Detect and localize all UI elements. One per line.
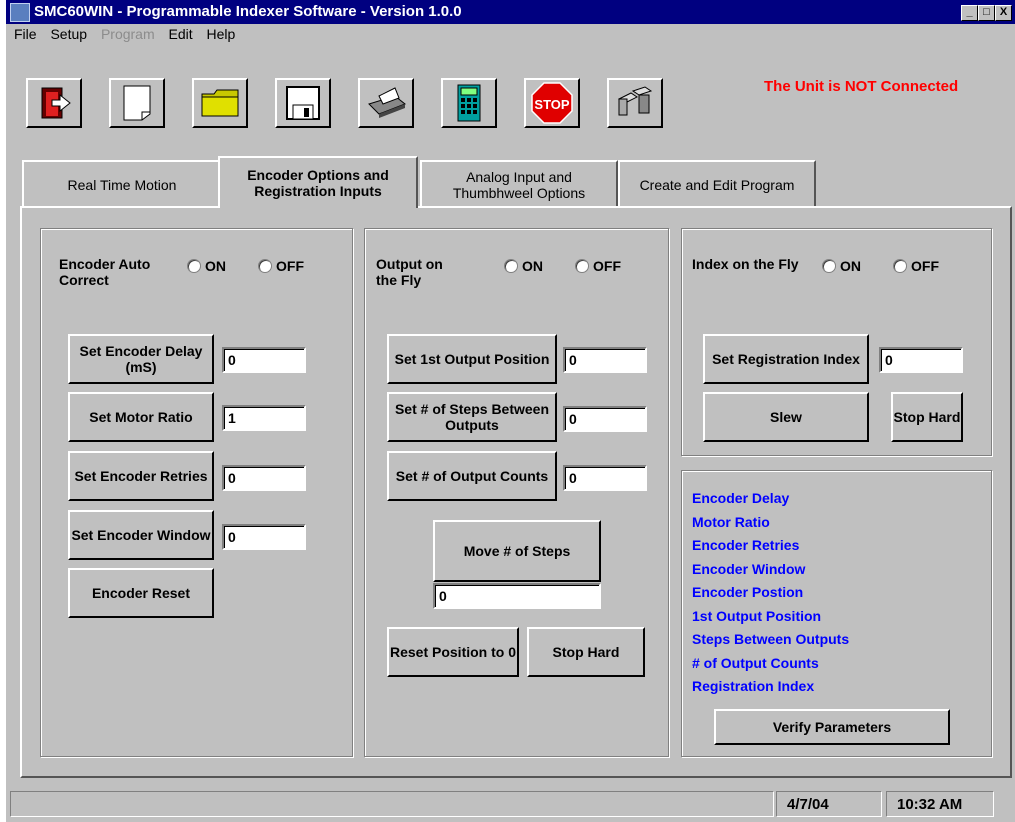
encoder-window-field[interactable]: 0 [222,524,306,550]
slew-button[interactable]: Slew [703,392,869,442]
print-button[interactable] [358,78,414,128]
exit-button[interactable] [26,78,82,128]
status-message [10,791,774,817]
set-1st-output-position-button[interactable]: Set 1st Output Position [387,334,557,384]
calculator-button[interactable] [441,78,497,128]
radio-circle [258,259,272,273]
connection-status: The Unit is NOT Connected [764,78,959,95]
registration-index-field[interactable]: 0 [879,347,963,373]
stop-sign-icon: STOP [531,82,573,124]
exit-icon [41,87,71,119]
param-encoder-window: Encoder Window [692,560,806,577]
radio-circle [504,259,518,273]
set-registration-index-button[interactable]: Set Registration Index [703,334,869,384]
radio-label: OFF [593,258,621,274]
radio-circle [187,259,201,273]
set-output-counts-button[interactable]: Set # of Output Counts [387,451,557,501]
output-off-radio[interactable]: OFF [575,258,621,274]
menu-help[interactable]: Help [207,26,236,42]
communication-icon [618,86,653,116]
param-encoder-retries: Encoder Retries [692,537,800,553]
param-steps-between-outputs: Steps Between Outputs [692,631,850,647]
window-title: SMC60WIN - Programmable Indexer Software… [34,3,462,20]
open-folder-button[interactable] [192,78,248,128]
new-file-button[interactable] [109,78,165,128]
stop-button[interactable]: STOP [524,78,580,128]
steps-between-outputs-field[interactable]: 0 [563,406,647,432]
encoder-reset-button[interactable]: Encoder Reset [68,568,214,618]
verify-parameters-button[interactable]: Verify Parameters [714,709,950,745]
index-on-fly-label: Index on the Fly [692,256,799,272]
set-motor-ratio-button[interactable]: Set Motor Ratio [68,392,214,442]
menu-program[interactable]: Program [101,26,155,42]
param-encoder-delay: Encoder Delay [692,490,790,506]
open-folder-icon [201,89,239,117]
radio-label: OFF [276,258,304,274]
minimize-button[interactable]: _ [961,5,978,21]
menu-file[interactable]: File [14,26,37,42]
set-encoder-retries-button[interactable]: Set Encoder Retries [68,451,214,501]
status-date: 4/7/04 [776,791,882,817]
tab-label: Analog Input and Thumbhweel Options [452,168,586,201]
menu-bar: File Setup Program Edit Help [14,26,245,46]
set-encoder-delay-button[interactable]: Set Encoder Delay (mS) [68,334,214,384]
motor-ratio-field[interactable]: 1 [222,405,306,431]
radio-label: ON [840,258,861,274]
tab-real-time-motion[interactable]: Real Time Motion [22,160,222,207]
maximize-button[interactable]: □ [978,5,995,21]
param-registration-index: Registration Index [692,678,815,694]
title-bar: SMC60WIN - Programmable Indexer Software… [6,0,1015,24]
encoder-off-radio[interactable]: OFF [258,258,304,274]
index-off-radio[interactable]: OFF [893,258,939,274]
save-disk-icon [286,86,320,120]
param-motor-ratio: Motor Ratio [692,513,770,530]
radio-circle [822,259,836,273]
param-1st-output-position: 1st Output Position [692,607,822,624]
output-on-fly-label: Output on the Fly [376,256,443,288]
menu-setup[interactable]: Setup [50,26,87,42]
communication-button[interactable] [607,78,663,128]
printer-icon [368,87,406,118]
close-button[interactable]: X [995,5,1012,21]
param-output-counts: # of Output Counts [692,654,819,671]
encoder-auto-correct-label: Encoder Auto Correct [59,256,151,288]
encoder-on-radio[interactable]: ON [187,258,226,274]
tab-label: Real Time Motion [67,176,177,193]
calculator-icon [457,84,481,122]
tab-label: Encoder Options and Registration Inputs [247,167,389,199]
move-steps-button[interactable]: Move # of Steps [433,520,601,582]
new-file-icon [123,85,151,121]
status-time: 10:32 AM [886,791,994,817]
stop-sign-text: STOP [534,97,569,112]
index-stop-hard-button[interactable]: Stop Hard [891,392,963,442]
output-on-radio[interactable]: ON [504,258,543,274]
tab-create-edit-program[interactable]: Create and Edit Program [618,160,816,207]
index-on-radio[interactable]: ON [822,258,861,274]
output-stop-hard-button[interactable]: Stop Hard [527,627,645,677]
app-icon [10,3,30,22]
tab-label: Create and Edit Program [639,176,795,193]
first-output-position-field[interactable]: 0 [563,347,647,373]
set-encoder-window-button[interactable]: Set Encoder Window [68,510,214,560]
save-button[interactable] [275,78,331,128]
tab-encoder-options[interactable]: Encoder Options and Registration Inputs [218,156,418,208]
encoder-delay-field[interactable]: 0 [222,347,306,373]
output-counts-field[interactable]: 0 [563,465,647,491]
radio-label: OFF [911,258,939,274]
encoder-retries-field[interactable]: 0 [222,465,306,491]
set-steps-between-outputs-button[interactable]: Set # of Steps Between Outputs [387,392,557,442]
radio-label: ON [522,258,543,274]
parameters-list: Encoder Delay Motor Ratio Encoder Retrie… [692,487,849,699]
radio-circle [575,259,589,273]
radio-circle [893,259,907,273]
app-window: SMC60WIN - Programmable Indexer Software… [6,0,1015,822]
menu-edit[interactable]: Edit [169,26,193,42]
tab-analog-input[interactable]: Analog Input and Thumbhweel Options [420,160,618,207]
radio-label: ON [205,258,226,274]
param-encoder-position: Encoder Postion [692,584,804,600]
move-steps-field[interactable]: 0 [433,583,601,609]
reset-position-button[interactable]: Reset Position to 0 [387,627,519,677]
